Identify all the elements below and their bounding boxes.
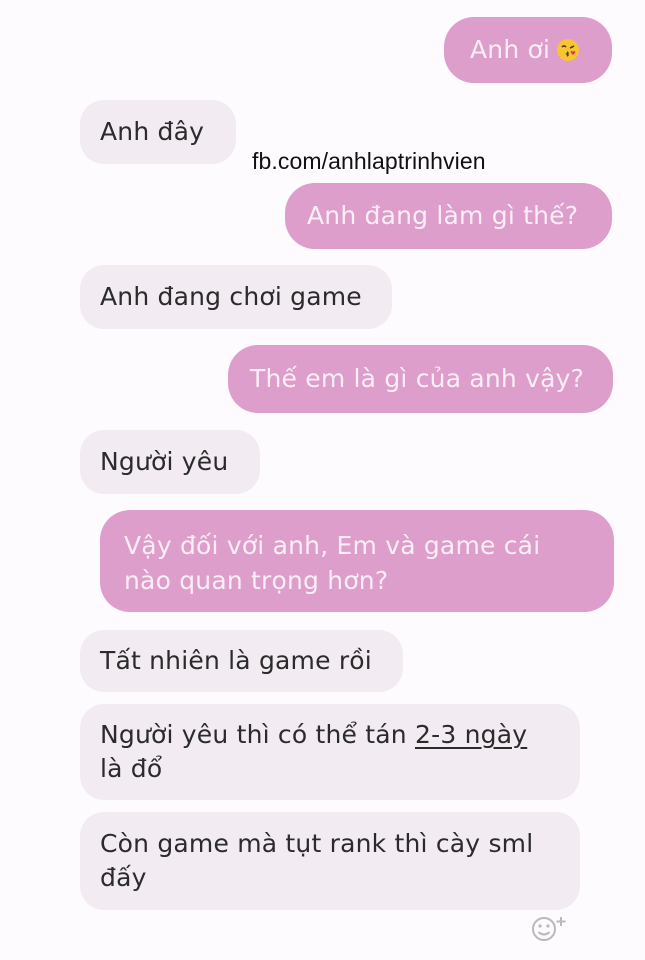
message-incoming[interactable]: Người yêu — [80, 430, 260, 494]
message-text: Người yêu — [100, 447, 229, 476]
message-line: Vậy đối với anh, Em và game cái — [124, 531, 541, 560]
message-line: Người yêu thì có thể tán 2-3 ngày — [100, 718, 580, 752]
message-line: Còn game mà tụt rank thì cày sml — [100, 829, 534, 858]
message-outgoing[interactable]: Vậy đối với anh, Em và game cái nào quan… — [100, 510, 614, 612]
chat-thread: Anh ơi Anh đây fb.com/anhlaptrinhvien An… — [0, 0, 645, 960]
message-incoming[interactable]: Người yêu thì có thể tán 2-3 ngày là đổ — [80, 704, 580, 800]
message-line: đấy — [100, 863, 147, 892]
watermark: fb.com/anhlaptrinhvien — [252, 148, 486, 174]
message-incoming[interactable]: Còn game mà tụt rank thì cày sml đấy — [80, 812, 580, 910]
message-text: Thế em là gì của anh vậy? — [250, 364, 585, 393]
message-outgoing[interactable]: Thế em là gì của anh vậy? — [228, 345, 613, 413]
message-incoming[interactable]: Anh đây — [80, 100, 236, 164]
message-text: Anh ơi — [470, 35, 551, 64]
underlined-text: 2-3 ngày — [415, 720, 528, 749]
message-incoming[interactable]: Tất nhiên là game rồi — [80, 630, 403, 692]
message-incoming[interactable]: Anh đang chơi game — [80, 265, 392, 329]
message-outgoing[interactable]: Anh đang làm gì thế? — [285, 183, 612, 249]
message-text: Anh đang chơi game — [100, 282, 362, 311]
message-line: nào quan trọng hơn? — [124, 566, 389, 595]
message-text: Anh đang làm gì thế? — [307, 201, 579, 230]
message-line: là đổ — [100, 754, 163, 783]
message-outgoing[interactable]: Anh ơi — [444, 17, 612, 83]
smiley-plus-icon[interactable] — [528, 910, 574, 944]
message-text: Tất nhiên là game rồi — [100, 646, 372, 675]
message-text: Anh đây — [100, 117, 205, 146]
kissing-face-emoji-icon — [557, 39, 580, 61]
message-text: Người yêu thì có thể tán — [100, 720, 415, 749]
